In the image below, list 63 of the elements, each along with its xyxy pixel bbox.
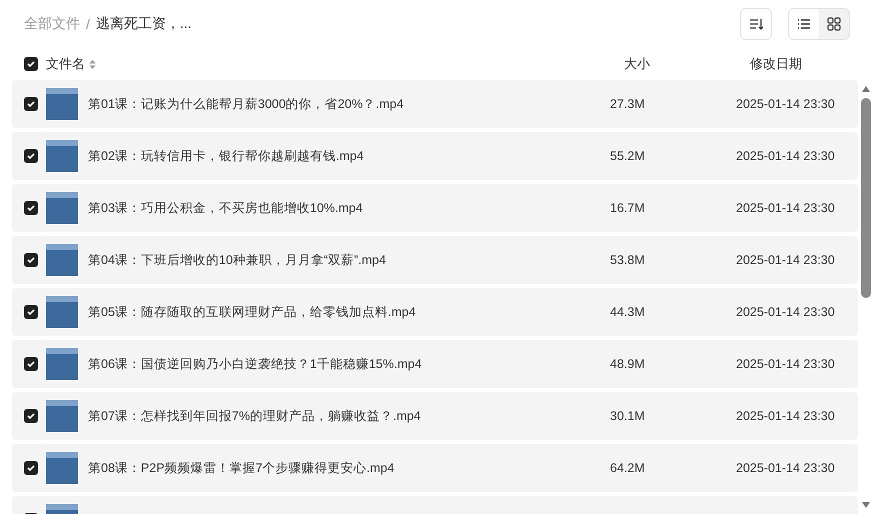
file-name: 第07课：怎样找到年回报7%的理财产品，躺赚收益？.mp4 — [88, 408, 422, 424]
modified-date: 2025-01-14 23:30 — [736, 201, 836, 215]
modified-date: 2025-01-14 23:30 — [736, 461, 836, 475]
file-size: 53.8M — [610, 253, 646, 267]
file-size: 64.2M — [610, 461, 646, 475]
row-checkbox[interactable] — [24, 305, 38, 319]
video-thumbnail — [46, 88, 78, 120]
file-name: 第02课：玩转信用卡，银行帮你越刷越有钱.mp4 — [88, 148, 365, 164]
file-name: 第08课：P2P频频爆雷！掌握7个步骤赚得更安心.mp4 — [88, 460, 396, 476]
file-size: 44.3M — [610, 305, 646, 319]
file-size: 30.1M — [610, 409, 646, 423]
row-checkbox[interactable] — [24, 409, 38, 423]
grid-icon — [827, 17, 841, 31]
video-thumbnail — [46, 400, 78, 432]
row-checkbox[interactable] — [24, 461, 38, 475]
video-thumbnail — [46, 140, 78, 172]
breadcrumb-separator: / — [86, 16, 90, 32]
file-row[interactable]: 第05课：随存随取的互联网理财产品，给零钱加点料.mp4 44.3M 2025-01-14 23:30 — [12, 288, 858, 336]
row-checkbox[interactable] — [24, 357, 38, 371]
modified-date: 2025-01-14 23:30 — [736, 149, 836, 163]
modified-date: 2025-01-14 23:30 — [736, 357, 836, 371]
scrollbar-thumb[interactable] — [861, 98, 871, 298]
sort-button[interactable] — [740, 8, 772, 40]
file-name: 第04课：下班后增收的10种兼职，月月拿“双薪”.mp4 — [88, 252, 387, 268]
video-thumbnail — [46, 296, 78, 328]
modified-date: 2025-01-14 23:30 — [736, 305, 836, 319]
file-row[interactable]: 第02课：玩转信用卡，银行帮你越刷越有钱.mp4 55.2M 2025-01-14 23:30 — [12, 132, 858, 180]
file-row[interactable]: 第04课：下班后增收的10种兼职，月月拿“双薪”.mp4 53.8M 2025-01-14 23:30 — [12, 236, 858, 284]
select-all-checkbox[interactable] — [24, 57, 38, 71]
file-name: 第05课：随存随取的互联网理财产品，给零钱加点料.mp4 — [88, 304, 417, 320]
column-header[interactable]: 文件名 — [46, 55, 85, 73]
column-header[interactable]: 大小 — [624, 55, 750, 73]
row-checkbox[interactable] — [24, 149, 38, 163]
file-name: 第01课：记账为什么能帮月薪3000的你，省20%？.mp4 — [88, 96, 405, 112]
video-thumbnail — [46, 192, 78, 224]
file-row[interactable]: 第06课：国债逆回购乃小白逆袭绝技？1千能稳赚15%.mp4 48.9M 2025-01-14 23:30 — [12, 340, 858, 388]
row-checkbox[interactable] — [24, 97, 38, 111]
file-size: 55.2M — [610, 149, 646, 163]
video-thumbnail — [46, 452, 78, 484]
column-header[interactable]: 修改日期 — [750, 55, 850, 73]
file-row[interactable]: 第03课：巧用公积金，不买房也能增收10%.mp4 16.7M 2025-01-14 23:30 — [12, 184, 858, 232]
modified-date: 2025-01-14 23:30 — [736, 253, 836, 267]
file-name: 第03课：巧用公积金，不买房也能增收10%.mp4 — [88, 200, 364, 216]
file-size: 48.9M — [610, 357, 646, 371]
scroll-down-icon[interactable] — [862, 502, 870, 508]
file-size: 27.3M — [610, 97, 646, 111]
file-row[interactable]: 第01课：记账为什么能帮月薪3000的你，省20%？.mp4 27.3M 2025-01-14 23:30 — [12, 80, 858, 128]
list-icon — [797, 17, 811, 31]
grid-view-button[interactable] — [819, 9, 849, 39]
modified-date: 2025-01-14 23:30 — [736, 97, 836, 111]
file-size: 16.7M — [610, 201, 646, 215]
file-row[interactable]: 第08课：P2P频频爆雷！掌握7个步骤赚得更安心.mp4 64.2M 2025-01-14 23:30 — [12, 444, 858, 492]
scroll-up-icon[interactable] — [862, 86, 870, 92]
video-thumbnail — [46, 244, 78, 276]
row-checkbox[interactable] — [24, 253, 38, 267]
sort-arrows-icon[interactable] — [89, 58, 96, 70]
row-checkbox[interactable] — [24, 201, 38, 215]
modified-date: 2025-01-14 23:30 — [736, 409, 836, 423]
video-thumbnail — [46, 348, 78, 380]
file-row[interactable]: 第07课：怎样找到年回报7%的理财产品，躺赚收益？.mp4 30.1M 2025-01-14 23:30 — [12, 392, 858, 440]
breadcrumb-item: 逃离死工资，... — [96, 15, 192, 33]
sort-icon — [749, 17, 763, 31]
file-name: 第06课：国债逆回购乃小白逆袭绝技？1千能稳赚15%.mp4 — [88, 356, 423, 372]
